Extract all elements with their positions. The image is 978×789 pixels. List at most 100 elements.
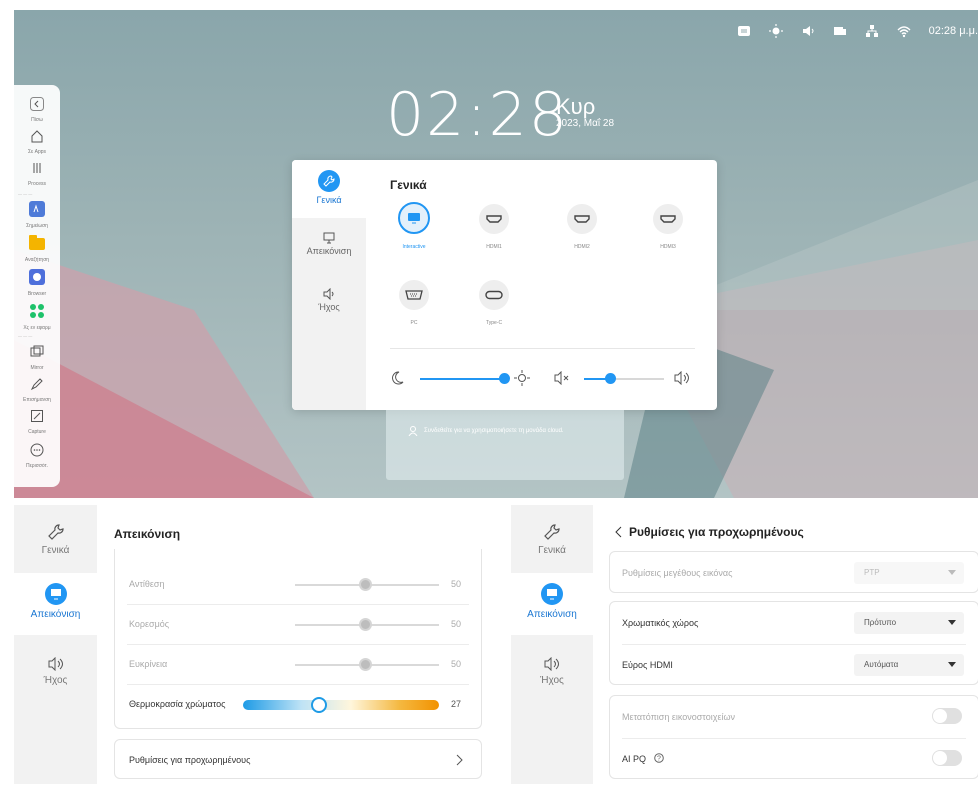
- dock-apps-button[interactable]: Χς εν εφαρμ: [14, 303, 60, 331]
- sidebar-item-display[interactable]: Απεικόνιση: [511, 573, 593, 635]
- cloud-login-hint: Συνδεθείτε για να χρησιμοποιήσετε τη μον…: [424, 428, 564, 434]
- color-temperature-row: Θερμοκρασία χρώματος 27: [115, 685, 481, 725]
- settings-sidebar: Γενικά Απεικόνιση Ήχος: [14, 505, 97, 784]
- qs-tab-display[interactable]: Απεικόνιση: [292, 232, 366, 256]
- source-type-c[interactable]: Type-C: [464, 280, 524, 326]
- sidebar-item-general[interactable]: Γενικά: [511, 523, 593, 556]
- hdmi-icon: [567, 204, 597, 234]
- status-bar: 02:28 μ.μ.: [737, 20, 978, 42]
- sun-icon: [514, 370, 530, 386]
- wrench-icon: [544, 524, 560, 540]
- folder-icon: [29, 235, 45, 250]
- saturation-slider: [295, 618, 439, 631]
- qs-tab-general[interactable]: Γενικά: [292, 160, 366, 218]
- dock-browser-app[interactable]: Browser: [14, 269, 60, 297]
- capture-icon: [31, 410, 43, 422]
- home-icon: [31, 130, 43, 143]
- dropdown-arrow-icon: [948, 570, 956, 575]
- picture-size-select[interactable]: PTP: [854, 562, 964, 584]
- color-space-select[interactable]: Πρότυπο: [854, 612, 964, 634]
- dock-capture-button[interactable]: Capture: [14, 409, 60, 435]
- wifi-icon[interactable]: [897, 24, 911, 38]
- dropdown-arrow-icon: [948, 620, 956, 625]
- monitor-icon: [323, 232, 335, 244]
- divider: [622, 738, 966, 739]
- monitor-icon: [398, 202, 430, 234]
- picture-settings-card: Αντίθεση 50 Κορεσμός 50 Ευκρίνεια 50 Θερ…: [114, 549, 482, 729]
- toggle-knob: [933, 751, 947, 765]
- volume-icon[interactable]: [801, 24, 815, 38]
- advanced-settings-panel: Γενικά Απεικόνιση Ήχος Ρυθμίσεις για προ…: [511, 505, 978, 784]
- wrench-icon: [318, 170, 340, 192]
- volume-slider[interactable]: [584, 373, 664, 384]
- more-icon: [30, 443, 44, 457]
- source-hdmi1[interactable]: HDMI1: [464, 204, 524, 250]
- dock-more-button[interactable]: Περισσότ.: [14, 443, 60, 469]
- sidebar-item-sound[interactable]: Ήχος: [511, 657, 593, 686]
- dock-annotate-button[interactable]: Επισήμανση: [14, 377, 60, 403]
- speaker-icon: [544, 657, 559, 671]
- dock-notes-app[interactable]: Σημείωση: [14, 201, 60, 229]
- ai-pq-toggle[interactable]: [932, 750, 962, 766]
- process-icon: [33, 163, 41, 173]
- desktop-screen: 02:28 μ.μ. 02:28 Κυρ 2023, Μαΐ 28 Πίσω Σ…: [14, 10, 978, 498]
- volume-knob[interactable]: [604, 373, 616, 384]
- chevron-left-icon: [30, 97, 44, 111]
- monitor-icon: [541, 583, 563, 605]
- ethernet-icon[interactable]: [865, 24, 879, 38]
- divider: [390, 348, 695, 349]
- status-time: 02:28 μ.μ.: [928, 25, 978, 37]
- dock-finder-app[interactable]: Αναζήτηση: [14, 235, 60, 263]
- wrench-icon: [47, 524, 64, 540]
- help-icon[interactable]: ?: [654, 753, 664, 763]
- input-switch-icon[interactable]: [737, 24, 751, 38]
- hdmi-icon: [653, 204, 683, 234]
- saturation-row: Κορεσμός 50: [115, 605, 481, 645]
- usb-c-icon: [479, 280, 509, 310]
- dock-process-button[interactable]: Process: [14, 161, 60, 187]
- contrast-row: Αντίθεση 50: [115, 565, 481, 605]
- hdmi-range-select[interactable]: Αυτόματα: [854, 654, 964, 676]
- quick-settings-sidebar: Γενικά Απεικόνιση Ήχος: [292, 160, 366, 410]
- side-dock: Πίσω Σε Apps Process — — — Σημείωση Αναζ…: [14, 85, 60, 487]
- page-title: Απεικόνιση: [114, 527, 181, 541]
- chevron-left-icon: [615, 526, 622, 538]
- saturation-knob: [359, 618, 372, 631]
- color-temperature-slider[interactable]: [243, 697, 439, 713]
- brightness-knob[interactable]: [499, 373, 511, 384]
- dock-home-button[interactable]: Σε Apps: [14, 129, 60, 155]
- svg-text:?: ?: [657, 756, 661, 763]
- pen-icon: [30, 378, 43, 391]
- browser-app-icon: [29, 269, 45, 285]
- source-hdmi3[interactable]: HDMI3: [638, 204, 698, 250]
- speaker-icon: [48, 657, 63, 671]
- speaker-icon: [323, 287, 334, 301]
- sidebar-item-general[interactable]: Γενικά: [14, 523, 97, 556]
- pixel-shift-toggle[interactable]: [932, 708, 962, 724]
- speaker-icon: [674, 371, 689, 385]
- sidebar-item-display[interactable]: Απεικόνιση: [14, 573, 97, 635]
- dock-mirror-button[interactable]: Mirror: [14, 345, 60, 371]
- toggle-knob: [933, 709, 947, 723]
- quick-settings-title: Γενικά: [390, 178, 427, 192]
- source-interactive[interactable]: Interactive: [384, 202, 444, 250]
- clock-day: Κυρ: [556, 94, 596, 119]
- picture-size-card: Ρυθμίσεις μεγέθους εικόνας PTP: [609, 551, 978, 593]
- moon-icon: [392, 371, 404, 385]
- qs-tab-sound[interactable]: Ήχος: [292, 287, 366, 312]
- processing-card: Μετατόπιση εικονοστοιχείων AI PQ ?: [609, 695, 978, 779]
- sharpness-slider: [295, 658, 439, 671]
- cloud-login-card[interactable]: Συνδεθείτε για να χρησιμοποιήσετε τη μον…: [386, 410, 624, 480]
- divider: [622, 644, 966, 645]
- clock-time: 02:28: [386, 80, 569, 150]
- sidebar-item-sound[interactable]: Ήχος: [14, 657, 97, 686]
- advanced-settings-link[interactable]: Ρυθμίσεις για προχωρημένους: [114, 739, 482, 779]
- back-header[interactable]: Ρυθμίσεις για προχωρημένους: [615, 525, 804, 539]
- source-pc[interactable]: PC: [384, 280, 444, 326]
- color-temperature-knob[interactable]: [311, 697, 327, 713]
- source-hdmi2[interactable]: HDMI2: [552, 204, 612, 250]
- devices-icon[interactable]: [833, 24, 847, 38]
- brightness-slider[interactable]: [420, 373, 511, 384]
- brightness-icon[interactable]: [768, 24, 783, 38]
- dock-back-button[interactable]: Πίσω: [14, 97, 60, 123]
